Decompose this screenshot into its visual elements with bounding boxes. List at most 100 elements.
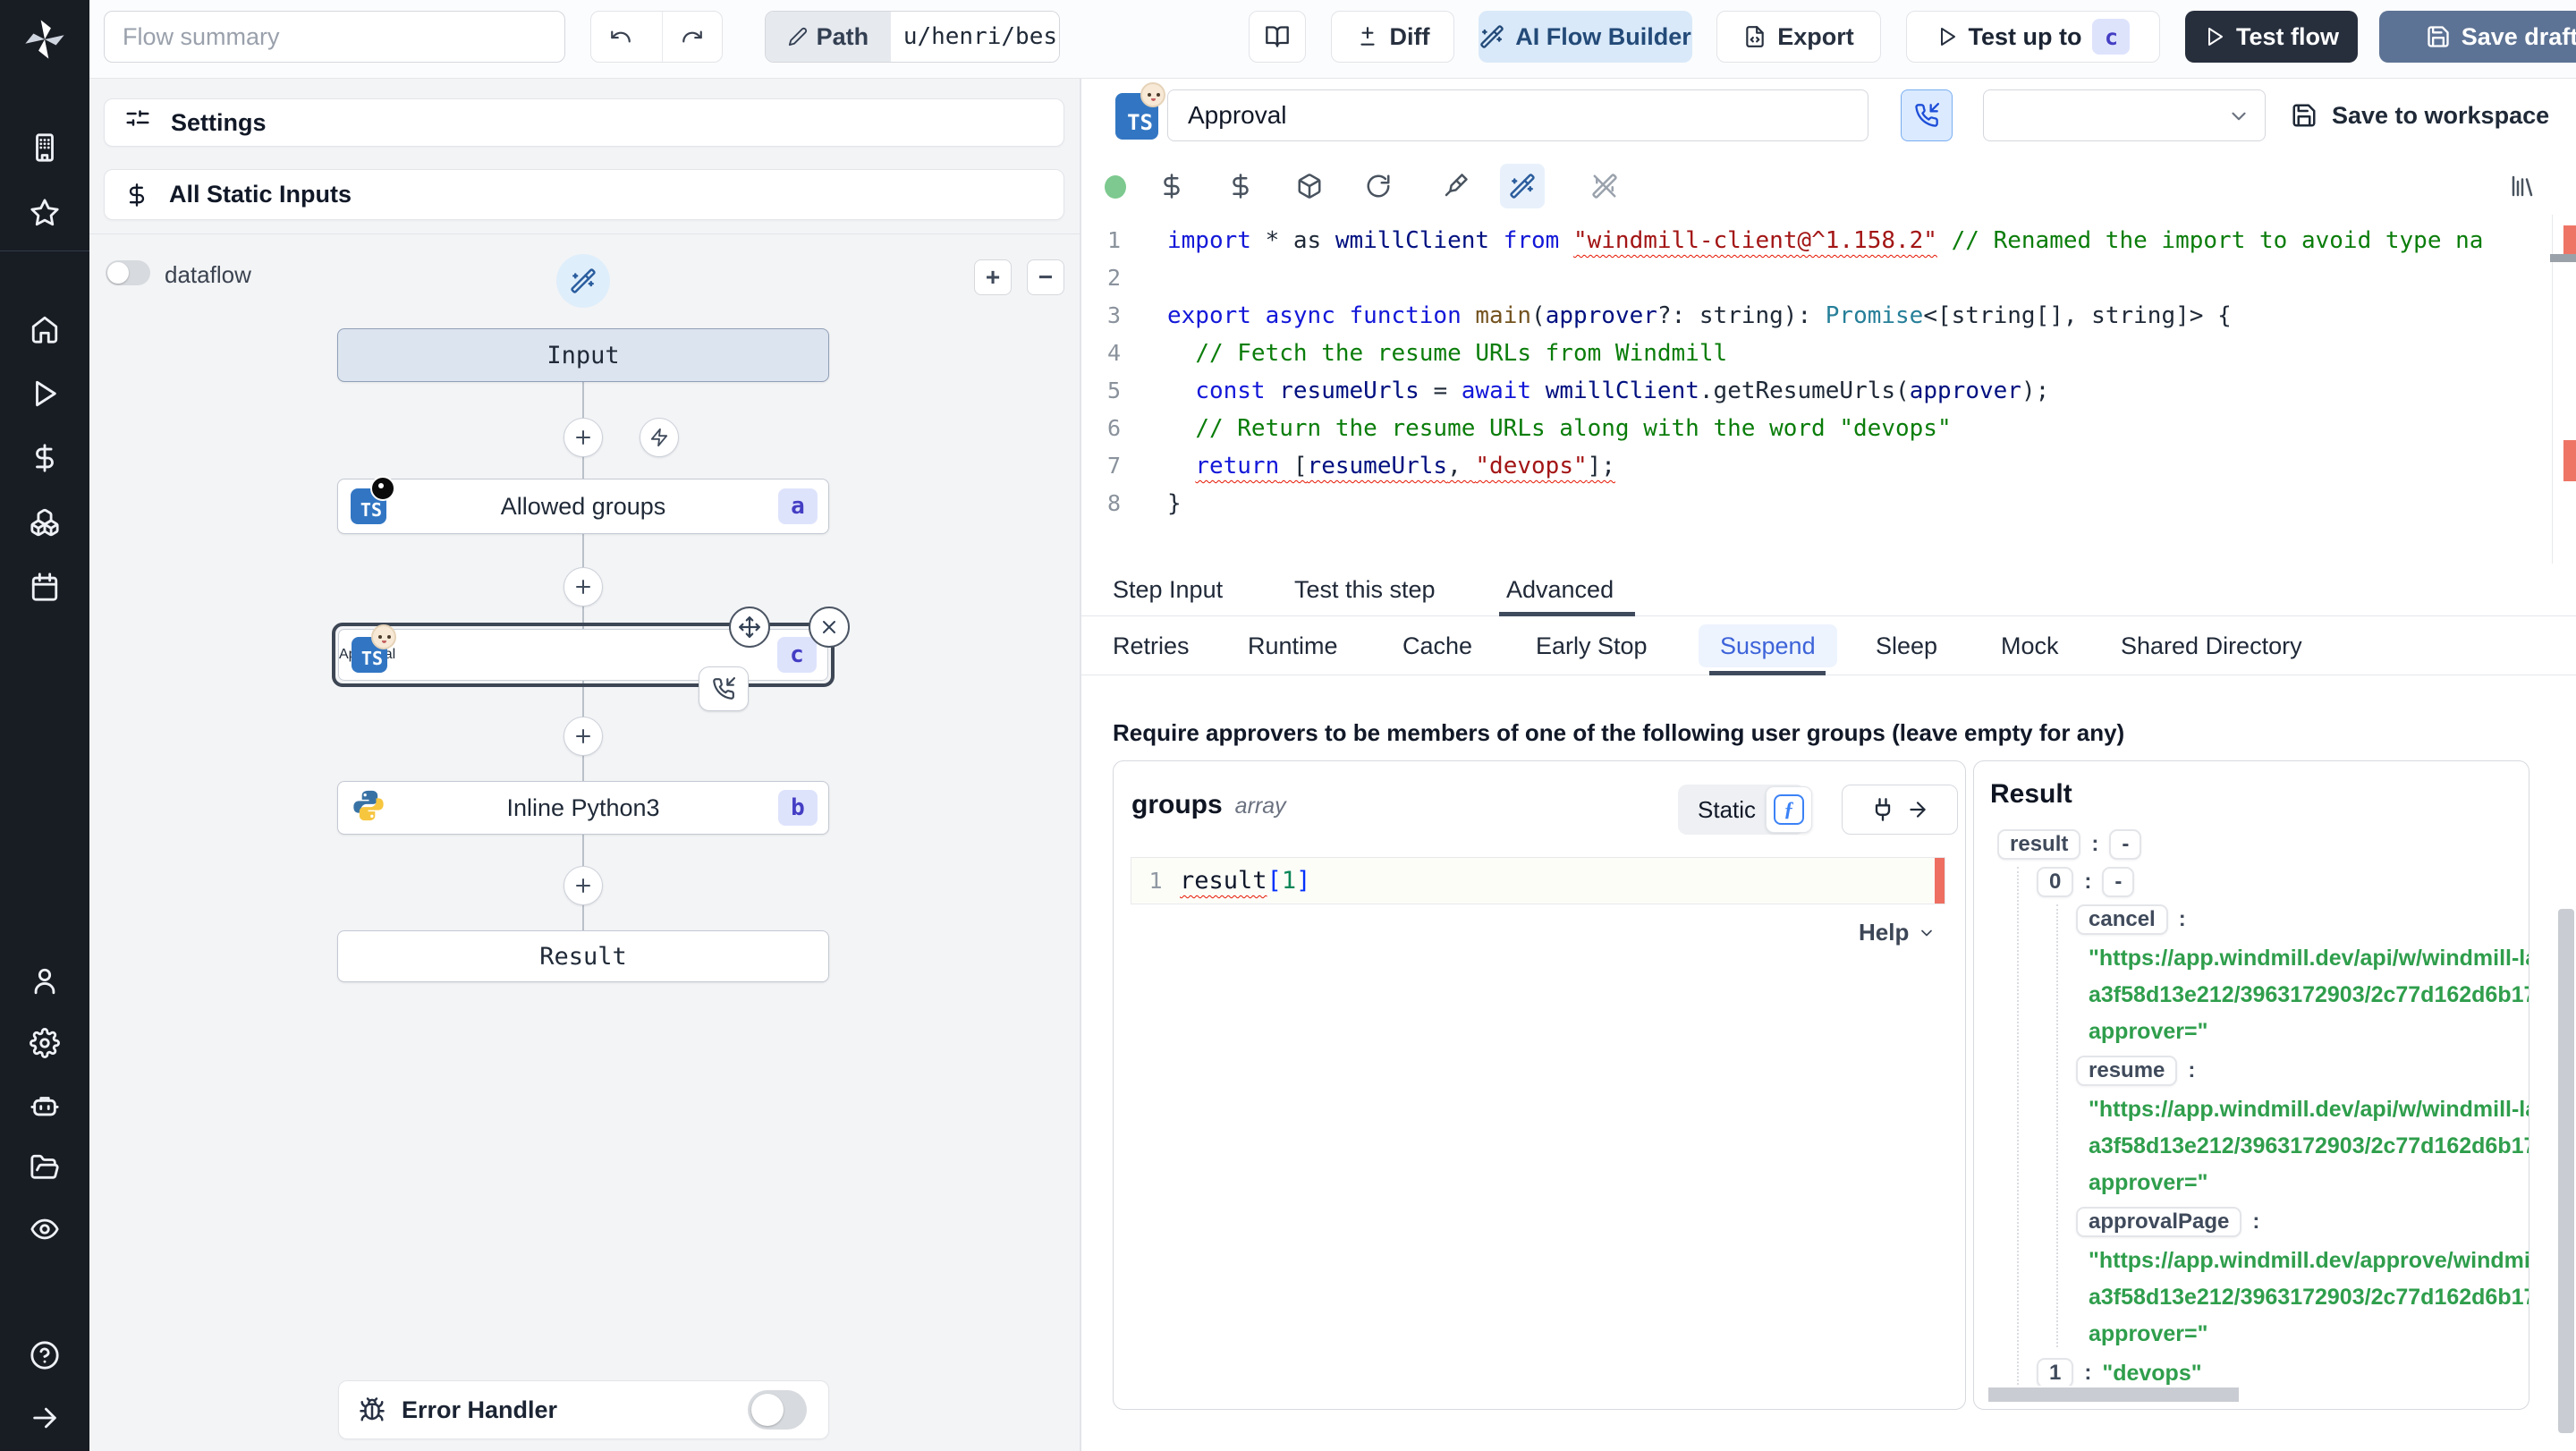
code-line[interactable]: } bbox=[1167, 485, 2576, 522]
add-step-button[interactable] bbox=[564, 418, 603, 457]
ai-flow-builder-button[interactable]: AI Flow Builder bbox=[1479, 11, 1692, 63]
result-key-chip[interactable]: 1 bbox=[2037, 1358, 2074, 1386]
package-icon[interactable] bbox=[1296, 173, 1323, 199]
export-button[interactable]: Export bbox=[1716, 11, 1881, 63]
diff-button[interactable]: Diff bbox=[1331, 11, 1454, 63]
ai-fix-wand-off-icon[interactable] bbox=[1591, 173, 1618, 199]
graph-node-result[interactable]: Result bbox=[337, 930, 829, 982]
redo-button[interactable] bbox=[661, 12, 722, 62]
code-line[interactable]: export async function main(approver?: st… bbox=[1167, 297, 2576, 335]
error-handler-toggle[interactable] bbox=[748, 1390, 807, 1430]
zoom-in-button[interactable]: + bbox=[974, 259, 1012, 295]
library-icon[interactable] bbox=[2509, 173, 2536, 199]
tab-step-input[interactable]: Step Input bbox=[1113, 576, 1223, 604]
result-key-chip[interactable]: result bbox=[1997, 829, 2081, 860]
resources-boxes-icon[interactable] bbox=[30, 507, 60, 538]
graph-node-input[interactable]: Input bbox=[337, 328, 829, 382]
tab-early-stop[interactable]: Early Stop bbox=[1536, 632, 1648, 660]
graph-node-allowed-groups[interactable]: TS Allowed groups a bbox=[337, 476, 829, 534]
home-icon[interactable] bbox=[30, 314, 60, 344]
add-step-button[interactable] bbox=[564, 717, 603, 756]
detail-pane-scrollbar[interactable] bbox=[2558, 909, 2574, 1433]
add-step-button[interactable] bbox=[564, 866, 603, 905]
path-chip[interactable]: Path u/henri/bes bbox=[765, 11, 1060, 63]
result-key-chip[interactable]: cancel bbox=[2076, 904, 2168, 935]
test-up-to-step-badge: c bbox=[2092, 19, 2131, 55]
add-step-button[interactable] bbox=[564, 567, 603, 607]
graph-node-inline-python3[interactable]: Inline Python3 b bbox=[337, 781, 829, 835]
result-horizontal-scrollbar[interactable] bbox=[1988, 1387, 2239, 1402]
suspend-approval-indicator[interactable] bbox=[699, 666, 749, 711]
variables-dollar-icon[interactable] bbox=[1158, 173, 1185, 199]
delete-step-button[interactable] bbox=[809, 607, 850, 648]
groups-expression-editor[interactable]: 1 result[1] bbox=[1131, 857, 1945, 904]
folders-icon[interactable] bbox=[30, 1152, 60, 1183]
tab-test-this-step[interactable]: Test this step bbox=[1294, 576, 1436, 604]
settings-label: Settings bbox=[171, 108, 267, 136]
code-line[interactable]: // Return the resume URLs along with the… bbox=[1167, 410, 2576, 447]
bun-runtime-icon bbox=[371, 624, 396, 649]
flow-summary-input[interactable] bbox=[123, 22, 547, 51]
eye-icon[interactable] bbox=[30, 1214, 60, 1244]
reset-refresh-icon[interactable] bbox=[1365, 173, 1392, 199]
code-line[interactable]: // Fetch the resume URLs from Windmill bbox=[1167, 335, 2576, 372]
zoom-out-button[interactable]: − bbox=[1027, 259, 1064, 295]
test-flow-button[interactable]: Test flow bbox=[2185, 11, 2358, 63]
user-icon[interactable] bbox=[30, 966, 60, 997]
schedules-calendar-icon[interactable] bbox=[30, 572, 60, 602]
editor-overview-ruler bbox=[2552, 215, 2553, 564]
variables-dollar-icon[interactable] bbox=[30, 443, 60, 473]
tab-sleep[interactable]: Sleep bbox=[1876, 632, 1937, 660]
runs-play-icon[interactable] bbox=[30, 378, 60, 409]
dataflow-toggle[interactable] bbox=[106, 260, 150, 285]
windmill-logo-icon[interactable] bbox=[21, 16, 68, 67]
static-toggle[interactable]: Static ƒ bbox=[1678, 785, 1812, 835]
workers-bot-icon[interactable] bbox=[30, 1090, 60, 1121]
ai-graph-wand-button[interactable] bbox=[556, 254, 610, 308]
help-circle-icon[interactable] bbox=[30, 1340, 60, 1370]
suspend-phone-button[interactable] bbox=[1901, 89, 1953, 141]
tab-advanced[interactable]: Advanced bbox=[1506, 576, 1614, 604]
help-dropdown[interactable]: Help bbox=[1859, 919, 1936, 946]
tab-shared-directory[interactable]: Shared Directory bbox=[2121, 632, 2302, 660]
test-up-to-button[interactable]: Test up to c bbox=[1906, 11, 2160, 63]
code-editor[interactable]: 12345678 import * as wmillClient from "w… bbox=[1081, 215, 2576, 564]
error-handler-row[interactable]: Error Handler bbox=[338, 1380, 829, 1439]
editor-scroll-thumb[interactable] bbox=[2550, 254, 2576, 262]
result-tree-children: cancel: "https://app.windmill.dev/api/w/w… bbox=[2056, 904, 2529, 1347]
tab-runtime[interactable]: Runtime bbox=[1248, 632, 1338, 660]
all-static-inputs-row[interactable]: All Static Inputs bbox=[104, 169, 1064, 220]
undo-button[interactable] bbox=[591, 12, 651, 62]
code-line[interactable] bbox=[1167, 259, 2576, 297]
tab-mock[interactable]: Mock bbox=[2001, 632, 2059, 660]
code-line[interactable]: import * as wmillClient from "windmill-c… bbox=[1167, 222, 2576, 259]
tab-suspend[interactable]: Suspend bbox=[1699, 624, 1837, 667]
save-to-workspace-button[interactable]: Save to workspace bbox=[2291, 89, 2549, 141]
favorites-star-icon[interactable] bbox=[30, 198, 60, 228]
settings-gear-icon[interactable] bbox=[30, 1028, 60, 1058]
code-line[interactable]: const resumeUrls = await wmillClient.get… bbox=[1167, 372, 2576, 410]
result-key-chip[interactable]: 0 bbox=[2037, 867, 2074, 897]
result-key-chip[interactable]: approvalPage bbox=[2076, 1207, 2242, 1237]
tab-retries[interactable]: Retries bbox=[1113, 632, 1190, 660]
docs-button[interactable] bbox=[1249, 11, 1306, 63]
collapse-toggle-button[interactable]: - bbox=[2109, 829, 2142, 860]
function-mode-button[interactable]: ƒ bbox=[1766, 786, 1812, 833]
workspace-building-icon[interactable] bbox=[30, 132, 60, 163]
script-version-select[interactable] bbox=[1983, 89, 2266, 141]
move-step-button[interactable] bbox=[729, 607, 770, 648]
flow-settings-row[interactable]: Settings bbox=[104, 98, 1064, 147]
connect-input-button[interactable] bbox=[1842, 785, 1958, 835]
resources-dollar-icon[interactable] bbox=[1227, 173, 1254, 199]
path-value[interactable]: u/henri/bes bbox=[901, 12, 1059, 62]
format-brush-icon[interactable] bbox=[1442, 173, 1469, 199]
ai-gen-wand-button[interactable] bbox=[1500, 164, 1545, 208]
code-line[interactable]: return [resumeUrls, "devops"]; bbox=[1167, 447, 2576, 485]
expand-rail-arrow-icon[interactable] bbox=[30, 1403, 60, 1433]
collapse-toggle-button[interactable]: - bbox=[2102, 867, 2135, 897]
step-name-input[interactable] bbox=[1167, 89, 1868, 141]
add-trigger-zap-button[interactable] bbox=[640, 418, 679, 457]
save-draft-button[interactable]: Save draft C bbox=[2379, 11, 2576, 63]
tab-cache[interactable]: Cache bbox=[1402, 632, 1472, 660]
result-key-chip[interactable]: resume bbox=[2076, 1056, 2178, 1086]
